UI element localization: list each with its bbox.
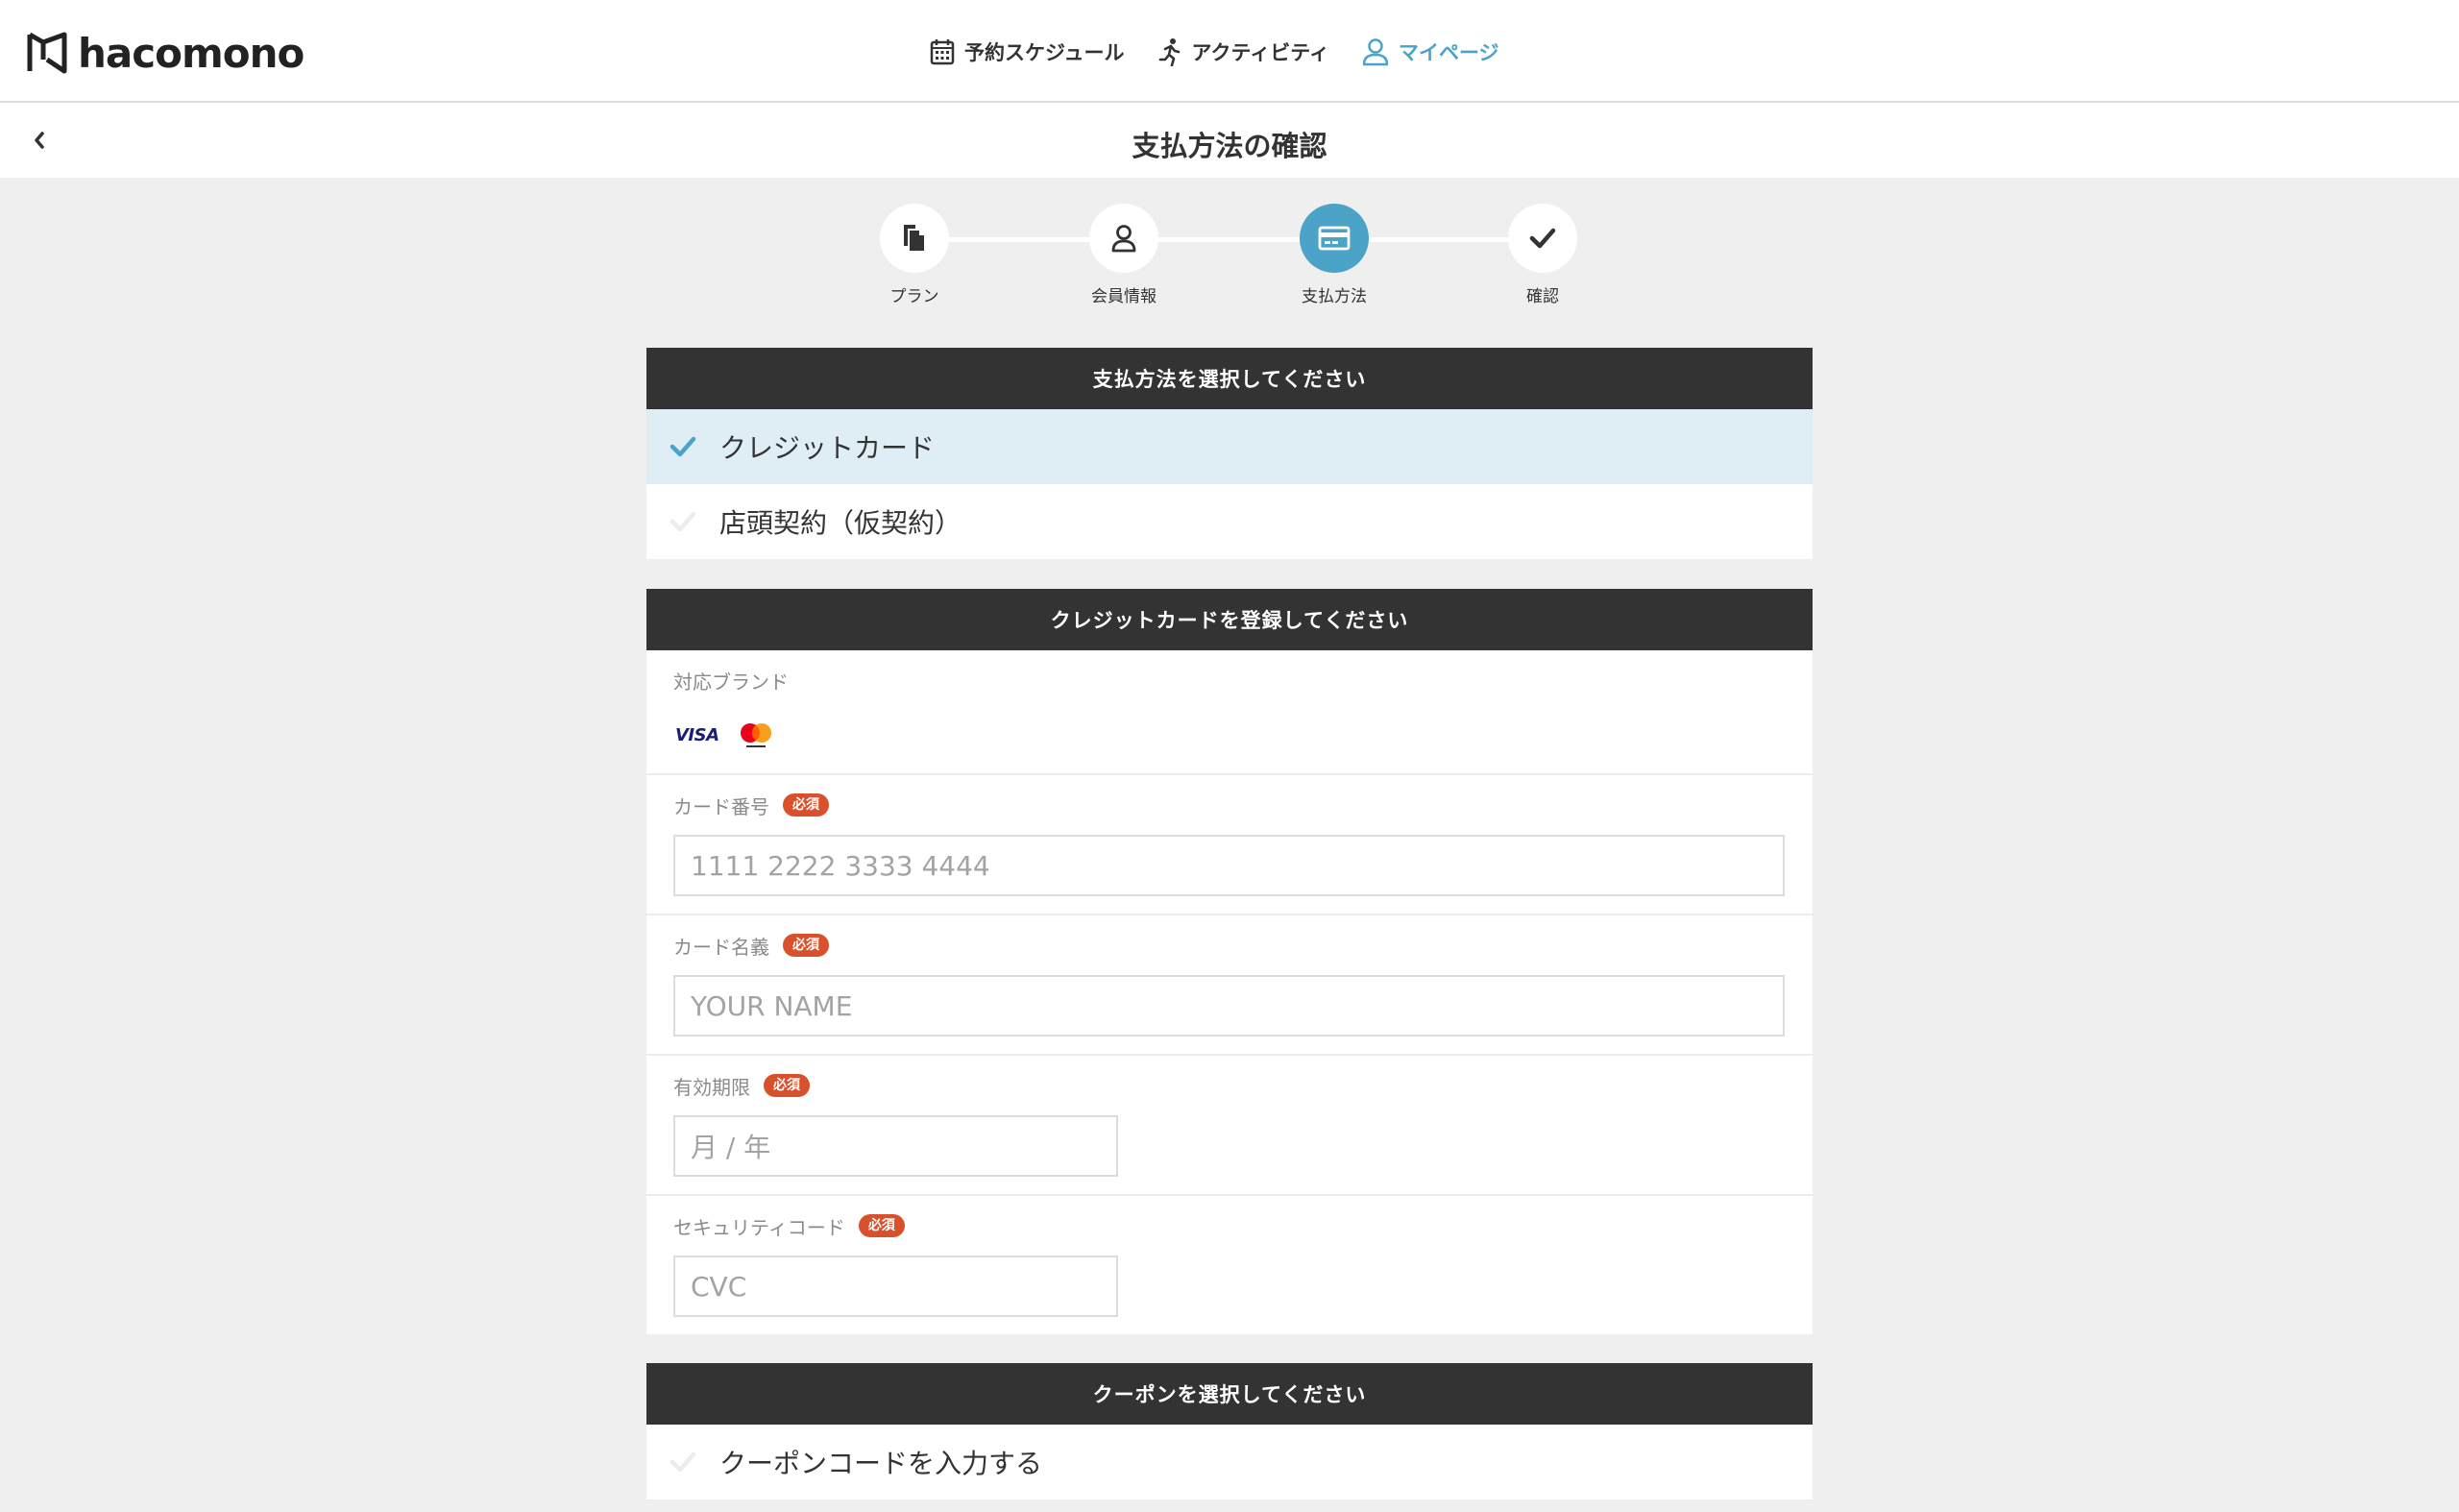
card-number-input[interactable]: 1111 2222 3333 4444 — [673, 835, 1785, 896]
step-plan-label: プラン — [889, 287, 939, 306]
security-code-label-text: セキュリティコード — [673, 1215, 845, 1239]
check-icon — [666, 429, 700, 464]
payment-option-label: クレジットカード — [719, 432, 936, 464]
nav-item-mypage-label: マイページ — [1398, 41, 1499, 64]
step-plan: プラン — [842, 204, 986, 306]
payment-method-heading: 支払方法を選択してください — [646, 348, 1813, 409]
coupon-section: クーポンを選択してください クーポンコードを入力する — [646, 1363, 1813, 1500]
step-member-info-label: 会員情報 — [1091, 287, 1156, 306]
step-payment-circle — [1300, 204, 1369, 273]
credit-card-heading: クレジットカードを登録してください — [646, 589, 1813, 650]
logo[interactable]: hacomono — [26, 29, 304, 77]
step-confirm: 確認 — [1471, 204, 1615, 306]
coupon-heading: クーポンを選択してください — [646, 1363, 1813, 1425]
card-name-label: カード名義 必須 — [673, 929, 1786, 962]
expiry-label-text: 有効期限 — [673, 1075, 750, 1099]
nav-item-schedule-label: 予約スケジュール — [964, 41, 1125, 64]
checkmark-icon — [1529, 228, 1556, 249]
step-member-info-circle — [1089, 204, 1158, 273]
coupon-code-option[interactable]: クーポンコードを入力する — [646, 1425, 1813, 1500]
card-name-field: カード名義 必須 YOUR NAME — [646, 915, 1813, 1056]
step-confirm-label: 確認 — [1526, 287, 1559, 306]
step-payment: 支払方法 — [1262, 204, 1406, 306]
mastercard-logo-icon — [740, 723, 771, 747]
visa-logo: VISA — [675, 724, 719, 745]
payment-method-section: 支払方法を選択してください クレジットカード 店頭契約（仮契約） — [646, 348, 1813, 559]
security-code-input[interactable]: CVC — [673, 1256, 1118, 1317]
progress-stepper: プラン 会員情報 支払方法 確認 — [0, 178, 2459, 331]
nav-item-activity[interactable]: アクティビティ — [1157, 37, 1329, 66]
supported-brands-field: 対応ブランド VISA — [646, 650, 1813, 775]
required-badge: 必須 — [764, 1074, 810, 1097]
step-payment-label: 支払方法 — [1302, 287, 1367, 306]
payment-option-credit-card[interactable]: クレジットカード — [646, 409, 1813, 484]
card-name-input[interactable]: YOUR NAME — [673, 975, 1785, 1036]
credit-card-section: クレジットカードを登録してください 対応ブランド VISA カード番号 必須 1… — [646, 589, 1813, 1334]
page-header: 支払方法の確認 — [0, 103, 2459, 178]
card-number-label: カード番号 必須 — [673, 789, 1786, 821]
nav-item-schedule[interactable]: 予約スケジュール — [930, 37, 1125, 66]
security-code-field: セキュリティコード 必須 CVC — [646, 1196, 1813, 1334]
supported-brands-label: 対応ブランド — [673, 670, 789, 694]
page-title: 支払方法の確認 — [1132, 130, 1327, 162]
documents-icon — [904, 225, 926, 253]
expiry-input[interactable]: 月 / 年 — [673, 1115, 1118, 1177]
expiry-field: 有効期限 必須 月 / 年 — [646, 1056, 1813, 1196]
nav-item-mypage[interactable]: マイページ — [1362, 37, 1499, 66]
user-icon — [1362, 38, 1389, 66]
coupon-option-label: クーポンコードを入力する — [719, 1448, 1043, 1479]
user-icon — [1111, 225, 1136, 253]
step-member-info: 会員情報 — [1052, 204, 1196, 306]
check-icon — [666, 1445, 700, 1479]
check-icon — [666, 504, 700, 539]
main-nav: 予約スケジュール アクティビティ マイページ — [930, 29, 1532, 75]
card-name-label-text: カード名義 — [673, 935, 769, 959]
required-badge: 必須 — [783, 793, 829, 817]
top-navigation-bar: hacomono 予約スケジュール アクティビティ マイページ — [0, 0, 2459, 103]
nav-item-activity-label: アクティビティ — [1191, 41, 1329, 64]
stepper-connector — [914, 237, 1543, 242]
calendar-icon — [930, 39, 955, 65]
payment-option-in-store[interactable]: 店頭契約（仮契約） — [646, 484, 1813, 559]
card-number-label-text: カード番号 — [673, 794, 769, 818]
security-code-label: セキュリティコード 必須 — [673, 1209, 1786, 1242]
payment-option-label: 店頭契約（仮契約） — [719, 507, 962, 539]
hacomono-logo-icon — [27, 32, 67, 74]
required-badge: 必須 — [783, 934, 829, 957]
step-plan-circle — [880, 204, 949, 273]
credit-card-icon — [1318, 226, 1351, 251]
running-icon — [1158, 38, 1180, 66]
required-badge: 必須 — [858, 1214, 905, 1237]
step-confirm-circle — [1508, 204, 1577, 273]
brand-logos: VISA — [673, 714, 1786, 756]
logo-text: hacomono — [78, 29, 304, 77]
expiry-label: 有効期限 必須 — [673, 1069, 1786, 1102]
card-number-field: カード番号 必須 1111 2222 3333 4444 — [646, 775, 1813, 915]
